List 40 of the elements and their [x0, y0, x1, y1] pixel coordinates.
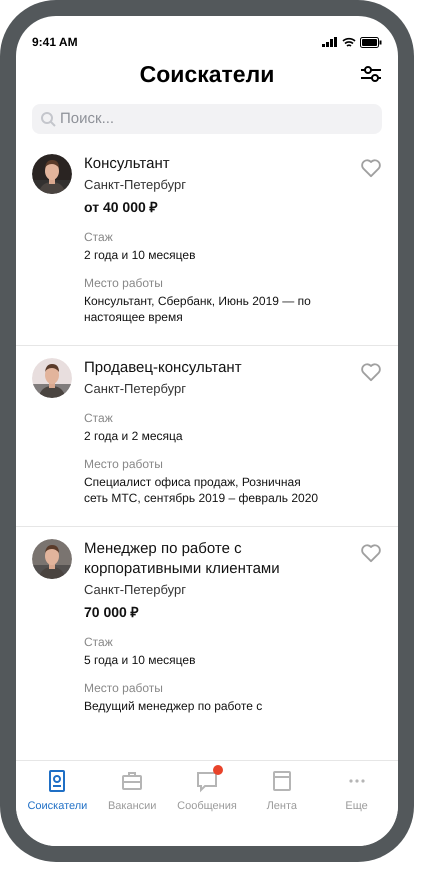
filter-icon[interactable]: [360, 65, 382, 83]
search-icon: [40, 111, 56, 127]
heart-icon[interactable]: [360, 362, 382, 382]
experience-label: Стаж: [84, 634, 114, 650]
candidate-title[interactable]: Продавец-консультант: [84, 358, 348, 378]
battery-icon: [360, 36, 382, 48]
page-title: Соискатели: [140, 60, 274, 89]
tab-item[interactable]: Соискатели: [20, 769, 95, 846]
candidate-city: Санкт-Петербург: [84, 176, 187, 194]
workplace-value: Ведущий менеджер по работе с: [84, 698, 264, 714]
candidate-salary: 70 000 ₽: [84, 603, 140, 622]
more-icon: [348, 779, 365, 783]
candidate-title[interactable]: Менеджер по работе с корпоративными клиентами: [84, 539, 348, 579]
experience-label: Стаж: [84, 229, 114, 245]
candidate-city: Санкт-Петербург: [84, 380, 187, 398]
search-input[interactable]: Поиск...: [60, 108, 374, 130]
tab-item[interactable]: Лента: [244, 769, 320, 846]
signal-icon: [322, 37, 338, 47]
chat-icon: [194, 769, 219, 793]
heart-icon[interactable]: [360, 543, 382, 563]
workplace-label: Место работы: [84, 456, 164, 472]
tab-item[interactable]: Вакансии: [94, 769, 170, 846]
status-time: 9:41 AM: [32, 34, 78, 51]
workplace-value: Специалист офиса продаж, Розничная сеть МТС, сентябрь 2019 – февраль 2020: [84, 474, 320, 506]
candidate-title[interactable]: Консультант: [84, 154, 348, 174]
experience-value: 2 года и 10 месяцев: [84, 247, 196, 263]
workplace-label: Место работы: [84, 680, 164, 696]
briefcase-icon: [120, 769, 144, 793]
search-field[interactable]: Поиск...: [32, 104, 382, 134]
candidate-city: Санкт-Петербург: [84, 581, 187, 599]
experience-value: 2 года и 2 месяца: [84, 428, 184, 444]
tab-item[interactable]: Еще: [319, 769, 394, 846]
tab-item[interactable]: Сообщения: [170, 769, 244, 846]
candidate-salary: от 40 000 ₽: [84, 198, 159, 217]
workplace-label: Место работы: [84, 275, 164, 291]
workplace-value: Консультант, Сбербанк, Июнь 2019 — по настоящее время: [84, 293, 312, 325]
experience-value: 5 года и 10 месяцев: [84, 652, 196, 668]
heart-icon[interactable]: [360, 158, 382, 178]
experience-label: Стаж: [84, 410, 114, 426]
wifi-icon: [342, 36, 356, 48]
